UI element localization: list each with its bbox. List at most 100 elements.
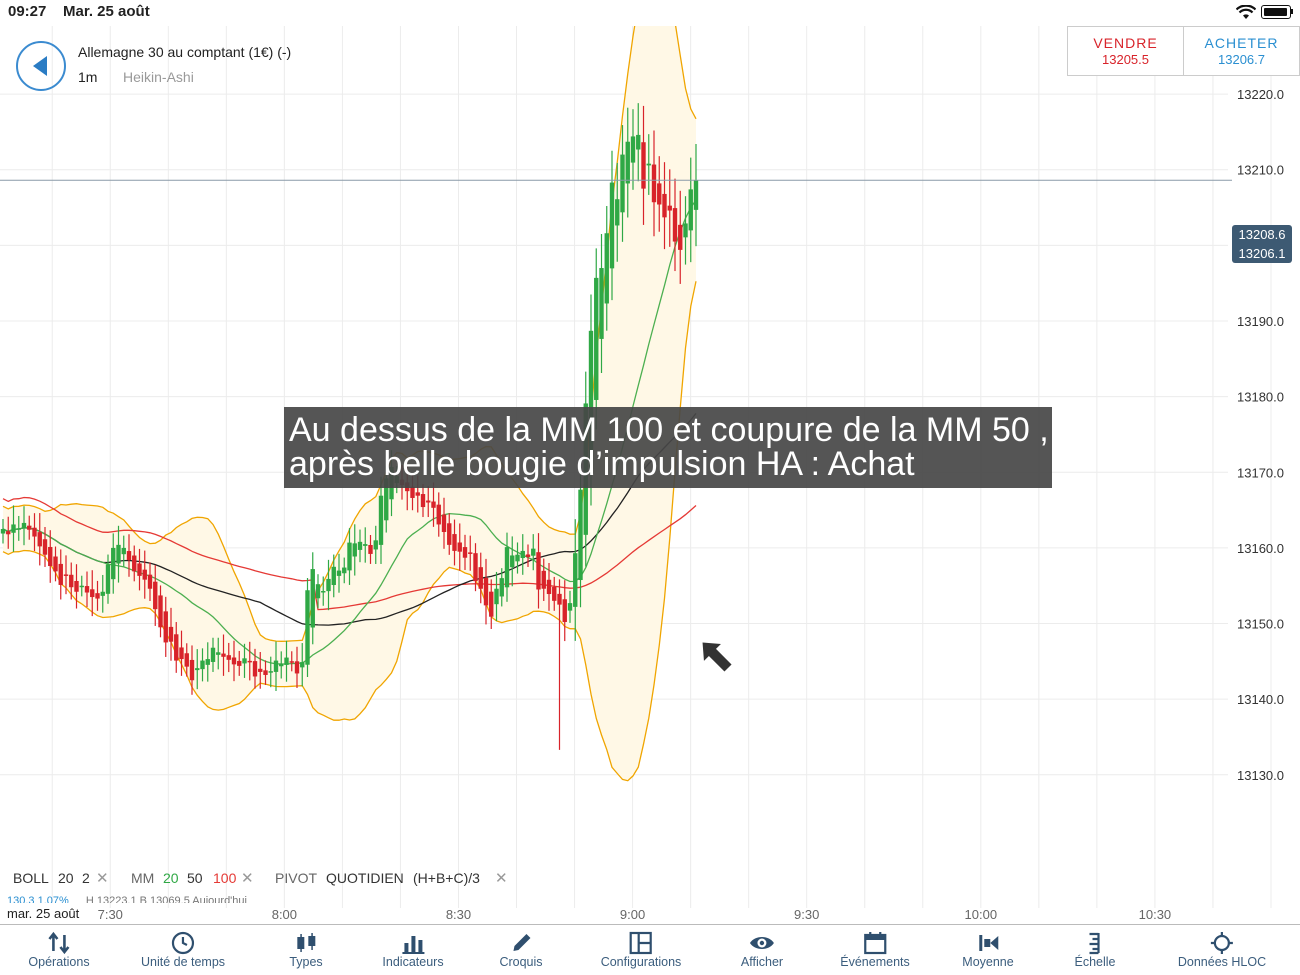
candle-up xyxy=(646,163,651,166)
status-bar: 09:27 Mar. 25 août xyxy=(0,0,1300,26)
candle-down xyxy=(557,593,562,605)
candle-down xyxy=(536,552,541,590)
candle-down xyxy=(541,570,546,589)
candle-down xyxy=(258,668,263,672)
candle-down xyxy=(426,500,431,503)
y-tick-label: 13180.0 xyxy=(1237,390,1284,405)
candle-down xyxy=(74,581,79,592)
candle-down xyxy=(158,595,163,628)
toolbar-sketch[interactable]: Croquis xyxy=(499,925,543,975)
x-tick-label: 9:00 xyxy=(620,907,645,922)
back-button[interactable] xyxy=(16,41,66,91)
toolbar-configurations[interactable]: Configurations xyxy=(601,925,681,975)
pivot-formula: (H+B+C)/3 xyxy=(413,870,480,886)
sell-button[interactable]: VENDRE 13205.5 xyxy=(1068,27,1183,75)
toolbar-scale[interactable]: Échelle xyxy=(1075,925,1116,975)
toolbar-indicators-label: Indicateurs xyxy=(382,955,444,969)
toolbar-indicators[interactable]: Indicateurs xyxy=(382,925,444,975)
candle-up xyxy=(284,657,289,665)
mm-period-100: 100 xyxy=(213,870,237,886)
bars-icon xyxy=(382,925,443,955)
candle-down xyxy=(184,653,189,667)
toolbar-sketch-label: Croquis xyxy=(499,955,543,969)
candle-up xyxy=(594,277,599,400)
candle-down xyxy=(226,655,231,660)
indicator-legend: BOLL 20 2 ✕ MM 20 50 100 ✕ PIVOT QUOTIDI… xyxy=(0,866,1300,890)
operations-icon xyxy=(28,925,89,955)
candle-down xyxy=(672,208,678,242)
candle-down xyxy=(483,577,489,606)
candle-down xyxy=(142,569,147,580)
pivot-label[interactable]: PIVOT xyxy=(275,870,317,886)
y-tick-label: 13140.0 xyxy=(1237,692,1284,707)
toolbar-average[interactable]: Moyenne xyxy=(962,925,1014,975)
status-date: Mar. 25 août xyxy=(63,3,150,20)
candle-down xyxy=(478,567,483,589)
candle-up xyxy=(195,668,200,671)
candle-up xyxy=(279,663,284,667)
buy-button[interactable]: ACHETER 13206.7 xyxy=(1183,27,1299,75)
session-stats: 130.3 1.07% H 13223.1 B 13069.5 Aujourd'… xyxy=(0,895,300,903)
candle-down xyxy=(452,534,457,551)
price-tag-lower: 13206.1 xyxy=(1232,244,1292,263)
candle-down xyxy=(168,626,174,642)
candle-down xyxy=(42,539,48,555)
candle-down xyxy=(294,661,300,674)
toolbar-display-label: Afficher xyxy=(740,955,784,969)
x-tick-label: 9:30 xyxy=(794,907,819,922)
status-time: 09:27 xyxy=(8,3,47,20)
candle-down xyxy=(473,553,478,582)
candle-up xyxy=(342,567,347,574)
trade-panel: VENDRE 13205.5 ACHETER 13206.7 xyxy=(1067,26,1300,76)
candle-up xyxy=(693,180,699,210)
candle-down xyxy=(552,586,557,601)
candle-up xyxy=(531,548,536,556)
candle-down xyxy=(252,661,258,677)
remove-mm-icon[interactable]: ✕ xyxy=(241,869,254,887)
candle-down xyxy=(289,661,294,663)
y-tick-label: 13170.0 xyxy=(1237,465,1284,480)
pencil-icon xyxy=(499,925,542,955)
remove-pivot-icon[interactable]: ✕ xyxy=(495,869,508,887)
toolbar-operations[interactable]: Opérations xyxy=(28,925,90,975)
y-tick-label: 13210.0 xyxy=(1237,163,1284,178)
candle-up xyxy=(636,134,641,150)
candle-up xyxy=(111,547,116,580)
candle-down xyxy=(153,581,158,610)
toolbar-events[interactable]: Événements xyxy=(840,925,910,975)
instrument-title[interactable]: Allemagne 30 au comptant (1€) (-) xyxy=(78,44,291,60)
candle-up xyxy=(16,528,21,530)
candle-down xyxy=(562,599,567,623)
candle-down xyxy=(468,552,473,554)
candle-up xyxy=(499,578,504,597)
toolbar-scale-label: Échelle xyxy=(1074,955,1116,969)
mm-label[interactable]: MM xyxy=(131,870,154,886)
toolbar-types[interactable]: Types xyxy=(289,925,323,975)
toolbar-hloc-data[interactable]: Données HLOC xyxy=(1178,925,1266,975)
y-tick-label: 13160.0 xyxy=(1237,541,1284,556)
candle-down xyxy=(457,542,462,552)
toolbar-hloc-data-label: Données HLOC xyxy=(1177,955,1267,969)
remove-boll-icon[interactable]: ✕ xyxy=(96,869,109,887)
boll-period: 20 xyxy=(58,870,74,886)
candle-down xyxy=(667,205,672,211)
x-axis: 7:30 8:00 8:30 9:00 9:30 10:00 10:30 xyxy=(98,907,1172,922)
buy-price: 13206.7 xyxy=(1218,52,1265,67)
x-tick-label: 10:00 xyxy=(965,907,998,922)
calendar-icon xyxy=(840,925,909,955)
y-tick-label: 13220.0 xyxy=(1237,87,1284,102)
candle-up xyxy=(620,154,625,213)
candle-up xyxy=(625,141,630,184)
toolbar-timeframe[interactable]: Unité de temps xyxy=(141,925,225,975)
candle-down xyxy=(441,514,447,533)
candle-down xyxy=(174,634,179,661)
toolbar-average-label: Moyenne xyxy=(962,955,1014,969)
timeframe-label: 1m xyxy=(78,69,98,85)
toolbar-display[interactable]: Afficher xyxy=(741,925,783,975)
candle-up xyxy=(520,550,525,559)
candle-up xyxy=(210,647,216,662)
candle-up xyxy=(515,554,520,562)
boll-label[interactable]: BOLL xyxy=(13,870,49,886)
candle-down xyxy=(415,492,420,496)
candle-up xyxy=(688,189,693,231)
